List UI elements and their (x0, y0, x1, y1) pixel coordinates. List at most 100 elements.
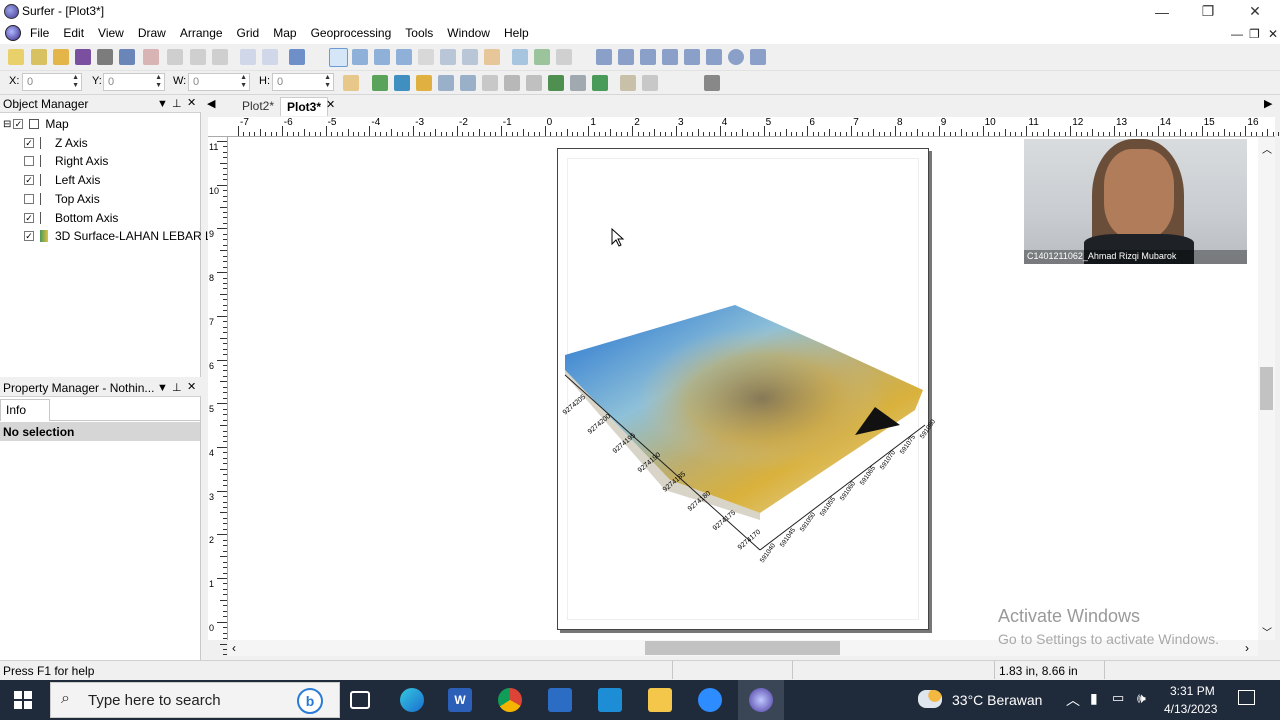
expand-icon[interactable]: ⊟ (3, 119, 11, 130)
tab-scroll-right-icon[interactable]: ▶ (1264, 97, 1272, 110)
menu-draw[interactable]: Draw (138, 26, 166, 40)
w-field[interactable]: 0 ▲ ▼ (188, 73, 250, 91)
battery-icon[interactable]: ▭ (1112, 690, 1124, 706)
tree-item[interactable]: Right Axis (24, 152, 108, 170)
edge-icon[interactable] (400, 688, 424, 712)
clock-date[interactable]: 4/13/2023 (1164, 702, 1217, 716)
tab-plot3[interactable]: Plot3* (280, 97, 329, 116)
visibility-checkbox[interactable]: ✓ (24, 137, 34, 148)
paste-icon[interactable] (212, 49, 228, 65)
mdi-restore-button[interactable]: ❐ (1249, 27, 1260, 41)
scroll-right-icon[interactable]: › (1245, 641, 1249, 655)
menu-edit[interactable]: Edit (63, 26, 84, 40)
text-tool-icon[interactable] (596, 49, 612, 65)
menu-geoprocessing[interactable]: Geoprocessing (311, 26, 392, 40)
base-map-icon[interactable] (343, 75, 359, 91)
undo-icon[interactable] (240, 49, 256, 65)
rotate-icon[interactable] (512, 49, 528, 65)
surfer-taskbar-icon[interactable] (749, 688, 773, 712)
spline-tool-icon[interactable] (750, 49, 766, 65)
visibility-checkbox[interactable] (24, 193, 34, 204)
menu-help[interactable]: Help (504, 26, 529, 40)
print-icon[interactable] (97, 49, 113, 65)
copy-icon[interactable] (190, 49, 206, 65)
new-file-icon[interactable] (8, 49, 24, 65)
horizontal-scroll-thumb[interactable] (645, 641, 840, 655)
zoom-rect-icon[interactable] (396, 49, 412, 65)
dropdown-icon[interactable]: ▼ (157, 382, 168, 394)
ellipse-tool-icon[interactable] (728, 49, 744, 65)
zoom-extents-icon[interactable] (462, 49, 478, 65)
pin-icon[interactable]: ⊥ (172, 97, 182, 110)
chrome-icon[interactable] (498, 688, 522, 712)
x-field[interactable]: 0 ▲ ▼ (22, 73, 82, 91)
chevron-up-icon[interactable]: ︿ (1066, 690, 1080, 710)
polyline-tool-icon[interactable] (640, 49, 656, 65)
mdi-minimize-button[interactable]: — (1231, 27, 1243, 41)
close-button[interactable]: ✕ (1232, 0, 1278, 23)
close-icon[interactable]: ✕ (187, 96, 196, 109)
info-tab[interactable]: Info (0, 399, 50, 421)
vector-map-icon[interactable] (504, 75, 520, 91)
zoom-in-icon[interactable] (352, 49, 368, 65)
tab-close-icon[interactable]: ✕ (326, 98, 335, 111)
digitize-icon[interactable] (704, 75, 720, 91)
trackball-icon[interactable] (556, 49, 572, 65)
weather-text[interactable]: 33°C Berawan (952, 692, 1042, 708)
notification-icon[interactable] (1238, 690, 1255, 705)
cut-icon[interactable] (167, 49, 183, 65)
wireframe-icon[interactable] (570, 75, 586, 91)
redo-icon[interactable] (262, 49, 278, 65)
zoom-out-icon[interactable] (374, 49, 390, 65)
close-icon[interactable]: ✕ (187, 380, 196, 393)
contour-map-icon[interactable] (372, 75, 388, 91)
tree-item[interactable]: Top Axis (24, 190, 100, 208)
dropdown-icon[interactable]: ▼ (157, 98, 168, 110)
tree-item[interactable]: ⊟ ✓ Map (3, 115, 69, 133)
select-arrow-icon[interactable] (329, 48, 348, 67)
volume-icon[interactable]: 🕪 (1137, 690, 1146, 707)
clock-time[interactable]: 3:31 PM (1170, 684, 1215, 698)
x-spinner-icon[interactable]: ▲ ▼ (72, 74, 79, 90)
menu-file[interactable]: File (30, 26, 49, 40)
weather-icon[interactable] (918, 690, 942, 708)
menu-view[interactable]: View (98, 26, 124, 40)
post-map-icon[interactable] (438, 75, 454, 91)
scroll-down-icon[interactable]: ﹀ (1262, 624, 1272, 639)
y-spinner-icon[interactable]: ▲ ▼ (155, 74, 162, 90)
viewshed-icon[interactable] (548, 75, 564, 91)
overlay-icon[interactable] (642, 75, 658, 91)
pin-icon[interactable]: ⊥ (172, 381, 182, 394)
image-map-icon[interactable] (394, 75, 410, 91)
minimize-button[interactable]: — (1139, 0, 1185, 23)
delete-icon[interactable] (143, 49, 159, 65)
polygon-tool-icon[interactable] (618, 49, 634, 65)
menu-map[interactable]: Map (273, 26, 296, 40)
zoom-icon[interactable] (698, 688, 722, 712)
file-explorer-icon[interactable] (648, 688, 672, 712)
bing-icon[interactable]: b (297, 688, 323, 714)
scroll-left-icon[interactable]: ‹ (232, 641, 236, 655)
store-icon[interactable] (548, 688, 572, 712)
scroll-up-icon[interactable]: ︿ (1262, 141, 1272, 156)
tree-item[interactable]: ✓ Z Axis (24, 134, 88, 152)
tab-scroll-left-icon[interactable]: ◀ (207, 97, 215, 110)
symbol-tool-icon[interactable] (662, 49, 678, 65)
surface-3d-plot[interactable]: 9274205927420092741959274190927418592741… (545, 295, 935, 575)
task-view-icon[interactable] (350, 691, 370, 709)
grid-values-icon[interactable] (482, 75, 498, 91)
zoom-selected-icon[interactable] (418, 49, 434, 65)
w-spinner-icon[interactable]: ▲ ▼ (240, 74, 247, 90)
visibility-checkbox[interactable] (24, 156, 34, 167)
tilt-icon[interactable] (534, 49, 550, 65)
menu-window[interactable]: Window (447, 26, 490, 40)
rectangle-tool-icon[interactable] (684, 49, 700, 65)
classed-post-icon[interactable] (460, 75, 476, 91)
h-field[interactable]: 0 ▲ ▼ (272, 73, 334, 91)
tree-item[interactable]: ✓ Bottom Axis (24, 209, 118, 227)
mdi-close-button[interactable]: ✕ (1268, 27, 1278, 41)
tree-item[interactable]: ✓ Left Axis (24, 171, 100, 189)
rounded-rectangle-tool-icon[interactable] (706, 49, 722, 65)
y-field[interactable]: 0 ▲ ▼ (103, 73, 165, 91)
word-icon[interactable]: W (448, 688, 472, 712)
